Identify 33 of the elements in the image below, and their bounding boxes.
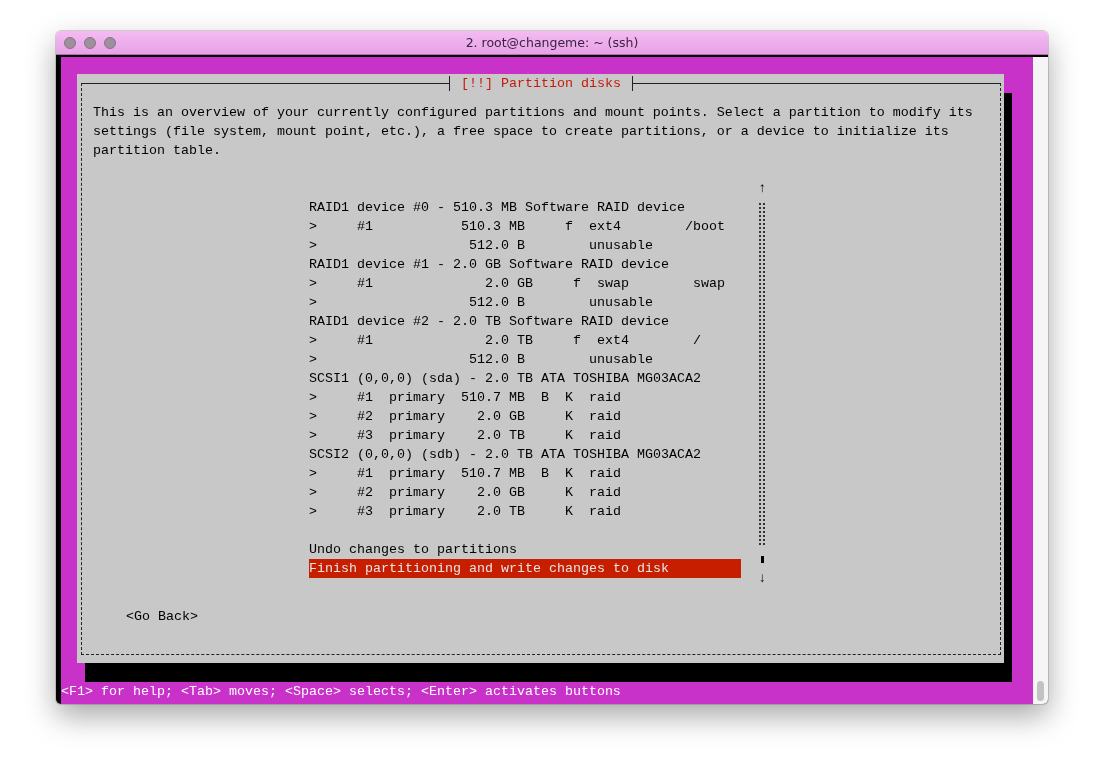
- partition-list-item[interactable]: > 512.0 B unusable: [309, 293, 741, 312]
- scrollbar-thumb[interactable]: [760, 556, 764, 563]
- window-scrollbar-thumb[interactable]: [1037, 681, 1044, 701]
- window-title: 2. root@changeme: ~ (ssh): [465, 35, 639, 50]
- partition-list-item[interactable]: RAID1 device #1 - 2.0 GB Software RAID device: [309, 255, 741, 274]
- description-text: settings (file system, mount point, etc.), a free space to create partitions, or a device to initialize its: [93, 124, 949, 139]
- partition-list-item[interactable]: > #2 primary 2.0 GB K raid: [309, 483, 741, 502]
- minimize-button[interactable]: [84, 37, 96, 49]
- description-text: This is an overview of your currently configured partitions and mount points. Select a partition to modify its: [93, 105, 973, 120]
- partition-list-item[interactable]: RAID1 device #0 - 510.3 MB Software RAID device: [309, 198, 741, 217]
- menu-item[interactable]: Finish partitioning and write changes to disk: [309, 559, 741, 578]
- dialog-title: [!!] Partition disks: [82, 74, 1000, 93]
- partition-list-item[interactable]: > #3 primary 2.0 TB K raid: [309, 502, 741, 521]
- partition-list-item[interactable]: > 512.0 B unusable: [309, 350, 741, 369]
- partition-list-item[interactable]: SCSI2 (0,0,0) (sdb) - 2.0 TB ATA TOSHIBA MG03ACA2: [309, 445, 741, 464]
- status-text: <F1> for help; <Tab> moves; <Space> selects; <Enter> activates buttons: [61, 683, 622, 701]
- partition-list-item[interactable]: > #1 510.3 MB f ext4 /boot: [309, 217, 741, 236]
- partition-list-item[interactable]: RAID1 device #2 - 2.0 TB Software RAID device: [309, 312, 741, 331]
- menu-item[interactable]: Undo changes to partitions: [309, 540, 741, 559]
- partition-list-item[interactable]: > #3 primary 2.0 TB K raid: [309, 426, 741, 445]
- partition-list-item[interactable]: > #1 primary 510.7 MB B K raid: [309, 464, 741, 483]
- scroll-down-arrow[interactable]: ↓: [758, 571, 766, 586]
- scroll-up-arrow[interactable]: ↑: [758, 181, 766, 196]
- zoom-button[interactable]: [104, 37, 116, 49]
- close-button[interactable]: [64, 37, 76, 49]
- partition-list-item[interactable]: > #1 primary 510.7 MB B K raid: [309, 388, 741, 407]
- partition-list-item[interactable]: > #1 2.0 GB f swap swap: [309, 274, 741, 293]
- partition-list-item[interactable]: > #2 primary 2.0 GB K raid: [309, 407, 741, 426]
- go-back-button[interactable]: <Go Back>: [126, 607, 198, 626]
- partition-list-item[interactable]: > #1 2.0 TB f ext4 /: [309, 331, 741, 350]
- partition-list-item[interactable]: SCSI1 (0,0,0) (sda) - 2.0 TB ATA TOSHIBA MG03ACA2: [309, 369, 741, 388]
- description-text: partition table.: [93, 143, 221, 158]
- partition-list-item[interactable]: > 512.0 B unusable: [309, 236, 741, 255]
